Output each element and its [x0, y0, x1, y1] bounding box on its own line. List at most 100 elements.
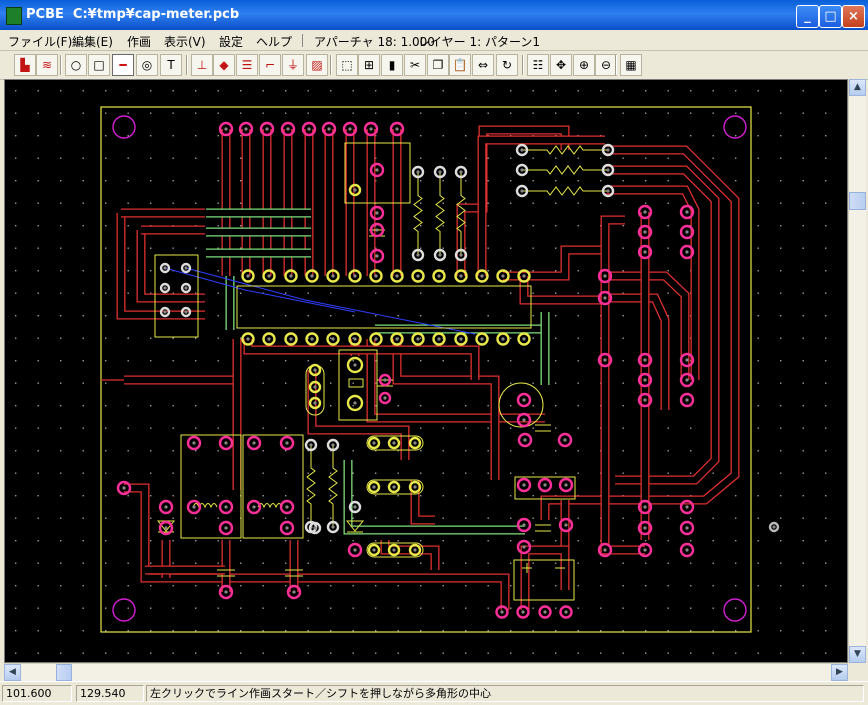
layer-color-icon[interactable]: ▙ — [14, 54, 36, 76]
eraser-icon[interactable]: ◆ — [213, 54, 235, 76]
status-message: 左クリックでライン作画スタート／シフトを押しながら多角形の中心 — [146, 685, 864, 702]
fill-area-icon[interactable]: ▨ — [306, 54, 328, 76]
pad-hole — [522, 274, 526, 278]
pad-hole — [285, 505, 289, 509]
pad-hole — [501, 274, 505, 278]
pad-hole — [375, 211, 379, 215]
pad-hole — [313, 368, 317, 372]
scroll-right-button[interactable]: ▶ — [831, 664, 848, 681]
pad-hole — [643, 505, 647, 509]
list-icon[interactable]: ☷ — [527, 54, 549, 76]
scroll-up-button[interactable]: ▲ — [849, 79, 866, 96]
junction-tool-icon[interactable]: ⊥ — [191, 54, 213, 76]
pad-hole — [413, 485, 417, 489]
aperture-indicator: アパーチャ 18: 1.000 — [314, 35, 435, 49]
cut-icon[interactable]: ✂ — [404, 54, 426, 76]
circle-tool-icon[interactable]: ○ — [65, 54, 87, 76]
pad-hole — [395, 127, 399, 131]
close-button[interactable]: × — [842, 5, 865, 28]
menu-file[interactable]: ファイル(F) — [8, 33, 72, 50]
pad-hole — [480, 337, 484, 341]
pad-hole — [224, 590, 228, 594]
line-tool-icon[interactable]: ━ — [112, 54, 134, 76]
pan-icon[interactable]: ✥ — [550, 54, 572, 76]
pad-hole — [521, 610, 525, 614]
pad-hole — [564, 610, 568, 614]
pad-hole — [437, 337, 441, 341]
pad-hole — [372, 441, 376, 445]
pad-hole — [501, 337, 505, 341]
group-icon[interactable]: ⊞ — [358, 54, 380, 76]
zoom-out-icon[interactable]: ⊖ — [595, 54, 617, 76]
pad-hole — [163, 286, 167, 290]
zoom-in-icon[interactable]: ⊕ — [573, 54, 595, 76]
horizontal-scroll-thumb[interactable] — [56, 664, 72, 681]
maximize-button[interactable]: □ — [819, 5, 842, 28]
horizontal-scrollbar[interactable]: ◀ ▶ — [4, 663, 848, 681]
menu-help[interactable]: ヘルプ — [256, 33, 292, 50]
grid-icon[interactable]: ▦ — [620, 54, 642, 76]
text-tool-icon[interactable]: T — [160, 54, 182, 76]
copy-icon[interactable]: ❐ — [427, 54, 449, 76]
pad-hole — [353, 363, 357, 367]
pad-hole — [164, 505, 168, 509]
pad-hole — [395, 337, 399, 341]
pad-hole — [184, 310, 188, 314]
pad-hole — [603, 274, 607, 278]
pad-hole — [413, 548, 417, 552]
pad-hole — [310, 337, 314, 341]
pad-hole — [395, 274, 399, 278]
rotate-icon[interactable]: ↻ — [496, 54, 518, 76]
pad-hole — [246, 274, 250, 278]
pad-hole — [413, 441, 417, 445]
pad-hole — [285, 441, 289, 445]
pad-hole — [265, 127, 269, 131]
parallel-lines-icon[interactable]: ☰ — [236, 54, 258, 76]
pad-hole — [353, 505, 357, 509]
menu-separator — [302, 34, 303, 47]
pad-hole — [563, 438, 567, 442]
paste-icon[interactable]: 📋 — [449, 54, 471, 76]
vertical-scrollbar[interactable]: ▲ ▼ — [848, 79, 866, 663]
pad-hole — [643, 398, 647, 402]
pad-hole — [459, 170, 463, 174]
pad-hole — [375, 228, 379, 232]
menu-edit[interactable]: 編集(E) — [72, 33, 113, 50]
pad-hole — [606, 148, 610, 152]
rectangle-tool-icon[interactable]: □ — [88, 54, 110, 76]
pad-hole — [327, 127, 331, 131]
pad-hole — [286, 127, 290, 131]
pad-hole — [374, 337, 378, 341]
toolbar-separator — [330, 55, 332, 75]
pad-hole — [310, 274, 314, 278]
pad-hole — [522, 398, 526, 402]
layer-switch-icon[interactable]: ≋ — [36, 54, 58, 76]
pad-hole — [163, 310, 167, 314]
vertical-scroll-thumb[interactable] — [849, 192, 866, 210]
pad-hole — [164, 526, 168, 530]
scroll-left-button[interactable]: ◀ — [4, 664, 21, 681]
pad-hole — [522, 545, 526, 549]
menu-draw[interactable]: 作画 — [127, 33, 151, 50]
menu-view[interactable]: 表示(V) — [164, 33, 206, 50]
select-area-icon[interactable]: ⬚ — [336, 54, 358, 76]
pad-hole — [246, 337, 250, 341]
pad-hole — [643, 210, 647, 214]
pad-hole — [564, 523, 568, 527]
corner-line-icon[interactable]: ⌐ — [259, 54, 281, 76]
bus-line-icon[interactable]: ⏚ — [282, 54, 304, 76]
component-icon[interactable]: ▮ — [381, 54, 403, 76]
pad-hole — [606, 168, 610, 172]
scroll-down-button[interactable]: ▼ — [849, 646, 866, 663]
minimize-button[interactable]: _ — [796, 5, 819, 28]
pad-tool-icon[interactable]: ◎ — [136, 54, 158, 76]
pad-hole — [606, 189, 610, 193]
mirror-icon[interactable]: ⇔ — [472, 54, 494, 76]
pcb-drawing[interactable] — [5, 80, 847, 662]
pad-hole — [522, 337, 526, 341]
pad-hole — [224, 441, 228, 445]
pcb-canvas[interactable] — [4, 79, 848, 663]
menu-settings[interactable]: 設定 — [219, 33, 243, 50]
pad-hole — [252, 441, 256, 445]
pad-hole — [353, 188, 357, 192]
